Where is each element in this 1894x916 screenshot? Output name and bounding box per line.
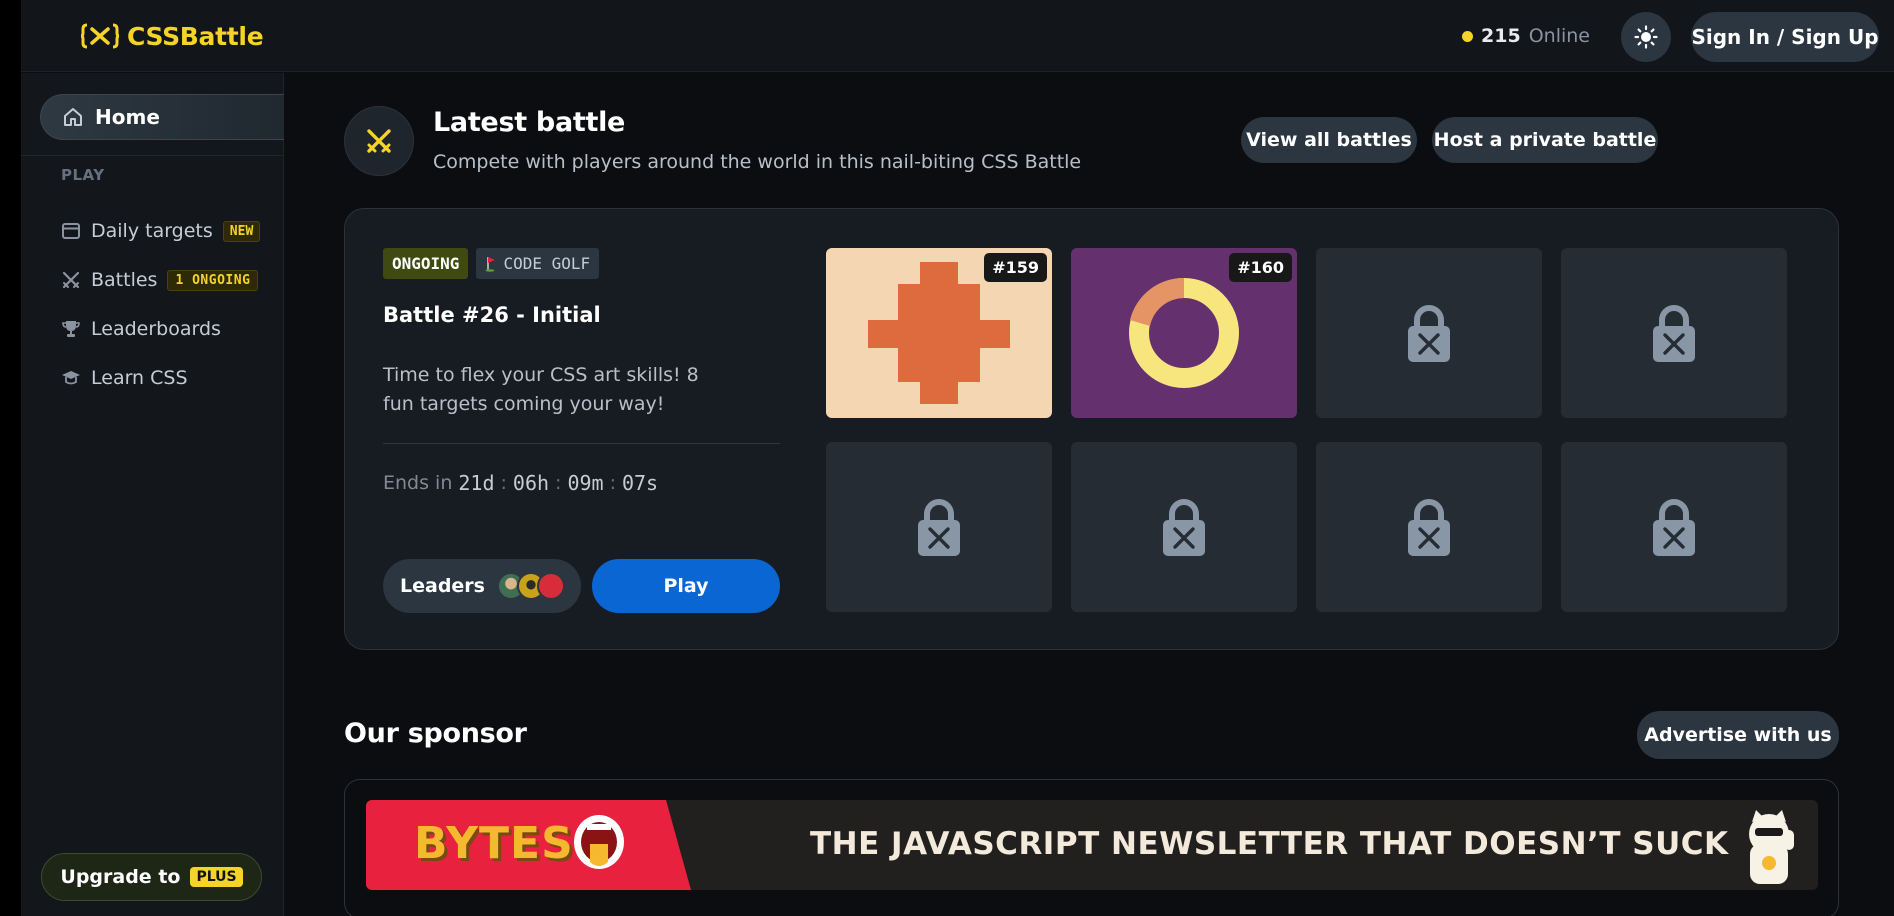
lock-icon <box>1163 499 1205 556</box>
latest-battle-subtitle: Compete with players around the world in… <box>433 151 1082 173</box>
lock-icon <box>918 499 960 556</box>
locked-target-card <box>1561 248 1787 418</box>
new-badge: NEW <box>222 220 261 242</box>
calendar-icon <box>62 223 80 239</box>
countdown-separator: : <box>555 472 562 494</box>
online-indicator: 215 Online <box>1462 22 1590 50</box>
latest-battle-title: Latest battle <box>433 107 626 138</box>
locked-target-card <box>1071 442 1297 612</box>
mouth-logo-icon <box>574 815 624 869</box>
lucky-cat-icon <box>1749 810 1794 884</box>
online-dot-icon <box>1462 30 1474 42</box>
logo-icon <box>81 23 119 49</box>
sidebar-item-learn-css[interactable]: Learn CSS <box>61 361 188 395</box>
target-card-160[interactable]: #160 <box>1071 248 1297 418</box>
plus-badge: PLUS <box>190 867 243 887</box>
play-button[interactable]: Play <box>592 559 780 613</box>
sidebar-divider <box>21 155 284 156</box>
ends-label: Ends in <box>383 472 453 494</box>
target-number-badge: #159 <box>984 253 1047 282</box>
swords-icon <box>62 271 80 289</box>
banner-tagline: THE JAVASCRIPT NEWSLETTER THAT DOESN’T S… <box>810 826 1729 862</box>
sidebar-item-label: Learn CSS <box>91 367 188 389</box>
battle-card: ONGOING CODE GOLF Battle #26 - Initial T… <box>344 208 1839 650</box>
upgrade-button[interactable]: Upgrade to PLUS <box>41 853 262 901</box>
battle-description: Time to flex your CSS art skills! 8 fun … <box>383 364 699 415</box>
locked-target-card <box>1316 442 1542 612</box>
battle-tags: ONGOING CODE GOLF <box>383 248 600 279</box>
left-edge-strip <box>0 0 21 916</box>
home-icon <box>64 108 82 126</box>
online-label: Online <box>1528 25 1590 47</box>
top-bar: CSSBattle 215 Online Sign In / Sign Up <box>21 0 1894 72</box>
view-all-battles-button[interactable]: View all battles <box>1241 117 1417 163</box>
lock-icon <box>1408 499 1450 556</box>
sidebar: Home PLAY Daily targets NEW Battles 1 ON… <box>21 73 284 916</box>
sidebar-item-daily-targets[interactable]: Daily targets NEW <box>61 214 261 248</box>
sidebar-section-play: PLAY <box>61 166 105 184</box>
graduation-cap-icon <box>62 371 80 385</box>
mode-badge: CODE GOLF <box>476 248 600 279</box>
countdown-hours: 06h <box>512 471 550 495</box>
countdown-separator: : <box>500 472 507 494</box>
target-number-badge: #160 <box>1229 253 1292 282</box>
locked-target-card <box>826 442 1052 612</box>
upgrade-label: Upgrade to <box>60 866 181 888</box>
card-divider <box>383 443 780 444</box>
target-card-159[interactable]: #159 <box>826 248 1052 418</box>
swords-icon <box>367 129 391 153</box>
sun-icon <box>1634 25 1658 49</box>
sidebar-item-leaderboards[interactable]: Leaderboards <box>61 312 221 346</box>
battle-section-icon <box>344 106 414 176</box>
sidebar-item-label: Home <box>95 105 160 129</box>
sponsor-box: BYTES THE JAVASCRIPT NEWSLETTER THAT DOE… <box>344 779 1839 916</box>
locked-target-card <box>1561 442 1787 612</box>
host-private-battle-button[interactable]: Host a private battle <box>1432 117 1658 163</box>
countdown-minutes: 09m <box>567 471 604 495</box>
leaders-button[interactable]: Leaders <box>383 559 581 613</box>
lock-icon <box>1408 305 1450 362</box>
status-badge: ONGOING <box>383 248 469 279</box>
sponsor-banner[interactable]: BYTES THE JAVASCRIPT NEWSLETTER THAT DOE… <box>366 800 1818 890</box>
trophy-icon <box>62 321 80 337</box>
advertise-button[interactable]: Advertise with us <box>1637 711 1839 759</box>
lock-icon <box>1653 499 1695 556</box>
theme-toggle-button[interactable] <box>1621 12 1671 62</box>
banner-brand: BYTES <box>414 818 574 869</box>
sidebar-item-label: Daily targets <box>91 220 213 242</box>
countdown-separator: : <box>609 472 616 494</box>
golf-flag-icon <box>485 256 496 272</box>
sidebar-item-home[interactable]: Home <box>40 94 284 140</box>
locked-target-card <box>1316 248 1542 418</box>
sign-in-button[interactable]: Sign In / Sign Up <box>1691 12 1879 62</box>
countdown-seconds: 07s <box>621 471 659 495</box>
sidebar-item-label: Leaderboards <box>91 318 221 340</box>
online-count: 215 <box>1481 25 1521 47</box>
main-content: Latest battle Compete with players aroun… <box>285 73 1894 916</box>
sidebar-item-battles[interactable]: Battles 1 ONGOING <box>61 263 259 297</box>
leaders-label: Leaders <box>400 575 485 597</box>
app: CSSBattle 215 Online Sign In / Sign Up H… <box>0 0 1894 916</box>
mode-label: CODE GOLF <box>503 254 591 273</box>
avatar <box>536 572 565 600</box>
countdown: Ends in 21d : 06h : 09m : 07s <box>383 471 658 495</box>
logo-text: CSSBattle <box>127 21 264 51</box>
countdown-days: 21d <box>458 471 495 495</box>
lock-icon <box>1653 305 1695 362</box>
logo[interactable]: CSSBattle <box>81 18 264 54</box>
battle-name[interactable]: Battle #26 - Initial <box>383 303 601 327</box>
sidebar-item-label: Battles <box>91 269 158 291</box>
ongoing-badge: 1 ONGOING <box>167 269 259 291</box>
leader-avatars <box>496 572 565 600</box>
sponsor-title: Our sponsor <box>344 718 527 749</box>
